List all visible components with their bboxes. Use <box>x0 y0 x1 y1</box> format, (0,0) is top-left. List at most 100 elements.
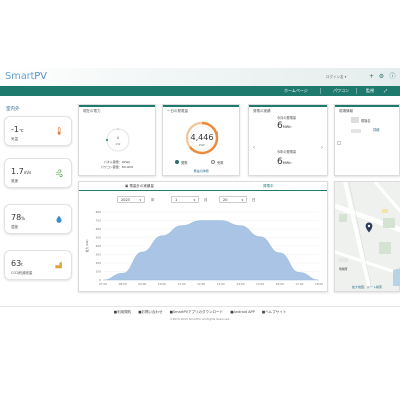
site-detail-link[interactable]: 詳細 <box>373 127 379 132</box>
wind-icon <box>55 169 63 177</box>
app-header: SmartPV ログイン名 ▾ + ⚙ ⓘ <box>0 68 400 86</box>
generation-area-series <box>102 220 320 281</box>
add-icon[interactable]: + <box>368 73 375 80</box>
site-name: 現場名 <box>361 119 371 123</box>
card-title: 一日の発電量 <box>167 109 188 113</box>
x-tick-label: 18:00 <box>315 282 323 286</box>
x-tick-label: 10:00 <box>158 282 166 286</box>
user-menu[interactable]: ログイン名 ▾ <box>326 75 366 81</box>
x-tick-label: 13:00 <box>217 282 225 286</box>
nav-item-monitor[interactable]: 監視 <box>366 88 374 94</box>
site-detail-text: 詳細 <box>373 128 380 132</box>
x-tick-label: 15:00 <box>256 282 264 286</box>
prev-arrow-icon[interactable]: ‹ <box>253 145 255 151</box>
metric-co2: 63t CO2削減総量 <box>4 250 72 280</box>
site-image-placeholder <box>337 141 341 145</box>
site-badge <box>351 117 359 123</box>
x-tick-label: 08:00 <box>119 282 127 286</box>
radio-generation-label: 発電 <box>181 161 188 165</box>
card-title: 現在の電力 <box>83 109 101 113</box>
chart-x-ticks: 07:00 08:00 09:00 10:00 11:00 12:00 13:00 14:00… <box>99 282 323 286</box>
metric-label: 気温 <box>11 137 18 141</box>
nav-bar: ホームページ パワコン 監視 ⤢ <box>0 86 400 96</box>
y-tick-label: 200 <box>96 261 102 265</box>
metric-humidity: 78% 湿度 <box>4 204 72 234</box>
generation-chart-panel: ▣ 電量計の実績量 発電中 2023 ▾ 年 1 ▾ 月 20 ▾ 日 0 100 200… <box>78 181 328 292</box>
settings-icon[interactable]: ⚙ <box>378 73 385 80</box>
chevron-down-icon: ▾ <box>241 198 243 202</box>
month-value: 1 <box>175 198 178 202</box>
metric-value: 63 <box>11 259 22 268</box>
x-tick-label: 07:00 <box>99 282 107 286</box>
nav-item-pcs[interactable]: パワコン <box>333 88 349 94</box>
month-select[interactable]: 1 ▾ <box>171 196 199 203</box>
year-value: 2023 <box>121 198 130 202</box>
metric-value: 1.7 <box>11 167 24 176</box>
footer-divider <box>0 306 400 307</box>
chart-tabs: ▣ 電量計の実績量 発電中 <box>79 182 327 191</box>
droplet-icon <box>56 215 62 223</box>
gauge-value: 0 <box>116 136 120 140</box>
x-tick-label: 12:00 <box>197 282 205 286</box>
y-tick-label: 400 <box>96 244 102 248</box>
y-tick-label: 300 <box>96 253 102 257</box>
nav-item-home[interactable]: ホームページ <box>284 88 308 94</box>
card-accent-bar <box>163 105 239 107</box>
card-daily-generation: 一日の発電量 4,446 kWh 発電 売電 発電の詳細 <box>162 104 240 176</box>
logo[interactable]: SmartPV <box>5 71 47 82</box>
metric-label: 風速 <box>11 179 18 183</box>
metric-unit: t <box>21 262 23 267</box>
tab-meter-label: 電量計の実績量 <box>129 184 154 188</box>
footer-link-terms[interactable]: ■利用規約 <box>114 310 131 314</box>
radio-sale-label: 売電 <box>217 161 224 165</box>
y-tick-label: 100 <box>96 270 102 274</box>
tab-meter[interactable]: ▣ 電量計の実績量 <box>125 184 154 189</box>
metric-temperature: -1℃ 気温 <box>4 116 72 146</box>
x-tick-label: 14:00 <box>236 282 244 286</box>
daily-unit: kWh <box>198 143 206 147</box>
year-generation-unit: MWh <box>282 161 292 165</box>
map-panel[interactable]: 現場所 拡大地図、ルート検索 <box>334 181 400 292</box>
map-route-link[interactable]: 拡大地図、ルート検索 <box>335 285 399 289</box>
year-select[interactable]: 2023 ▾ <box>117 196 145 203</box>
thermometer-icon <box>57 127 61 135</box>
metric-wind: 1.7m/s 風速 <box>4 158 72 188</box>
day-select[interactable]: 20 ▾ <box>219 196 247 203</box>
panel-capacity: パネル容量：0kWp <box>103 160 131 164</box>
pcs-capacity: パワコン容量：80.0kW <box>100 165 134 169</box>
generation-detail-link[interactable]: 発電の詳細 <box>163 169 239 173</box>
year-label: 年 <box>151 198 155 202</box>
card-current-power: 現在の電力 0 kW パネル容量：0kWp パワコン容量：80.0kW <box>78 104 156 176</box>
radio-generation[interactable] <box>175 160 179 164</box>
radio-sale[interactable] <box>211 160 215 164</box>
weather-section-title: 室内外 <box>6 107 20 112</box>
daily-value: 4,446 <box>190 133 214 142</box>
info-icon[interactable]: ⓘ <box>389 73 396 80</box>
footer-copyright: ©2013-2023 SmartPV. All Rights Reserved. <box>169 317 231 321</box>
card-accent-bar <box>335 105 399 107</box>
page: SmartPV ログイン名 ▾ + ⚙ ⓘ ホームページ パワコン 監視 ⤢ 室… <box>0 0 400 400</box>
footer-link-app[interactable]: ■SmartPVアプリのダウンロード <box>170 310 223 314</box>
y-tick-label: 800 <box>96 210 102 214</box>
card-title: 現場情報 <box>339 109 353 113</box>
logo-smart: Smart <box>5 71 35 82</box>
metric-unit: m/s <box>23 170 32 175</box>
tab-generating[interactable]: 発電中 <box>263 184 274 189</box>
nav-logout-icon[interactable]: ⤢ <box>384 88 387 93</box>
card-generation-results: 発電の実績 今月の発電量 6MWh ‹ › 今年の発電量 6MWh <box>248 104 328 176</box>
metric-unit: % <box>21 216 25 221</box>
x-tick-label: 11:00 <box>178 282 186 286</box>
map-pin-icon[interactable] <box>365 222 373 233</box>
chart-y-ticks: 0100200300400500600700800 <box>96 210 102 282</box>
next-arrow-icon[interactable]: › <box>321 145 323 151</box>
generation-area-chart: 0100200300400500600700800 07:00 08:00 09:0… <box>85 210 323 286</box>
footer-link-contact[interactable]: ■お問い合わせ <box>138 310 162 314</box>
card-accent-bar <box>79 105 155 107</box>
site-thumb-placeholder <box>351 129 361 133</box>
footer-link-help[interactable]: ■ヘルプサイト <box>262 310 286 314</box>
metric-unit: ℃ <box>18 128 24 133</box>
day-value: 20 <box>223 198 228 202</box>
footer-links: ■利用規約 ■お問い合わせ ■SmartPVアプリのダウンロード ■Androi… <box>0 310 400 315</box>
footer-link-android[interactable]: ■Android APP <box>230 310 255 314</box>
year-generation-label: 今年の発電量 <box>277 150 297 154</box>
